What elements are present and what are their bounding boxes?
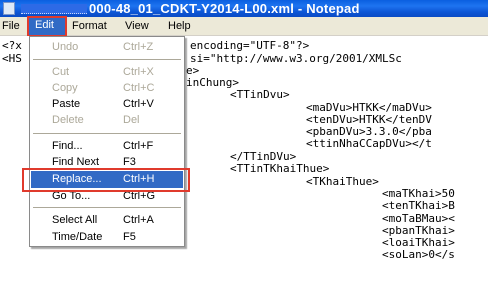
- menu-help[interactable]: Help: [163, 20, 196, 35]
- code-line: <pbanTKhai>: [382, 224, 455, 237]
- menu-item-label: Find...: [52, 140, 83, 152]
- menu-bar: File Edit Format View Help: [0, 16, 488, 37]
- code-line: <moTaBMau><: [382, 212, 455, 225]
- code-line: e>: [186, 64, 200, 77]
- menu-item-cut[interactable]: Cut Ctrl+X: [31, 64, 183, 81]
- menu-item-label: Delete: [52, 114, 84, 126]
- menu-item-label: Find Next: [52, 156, 100, 168]
- menu-item-select-all[interactable]: Select All Ctrl+A: [31, 212, 183, 229]
- notepad-icon: [3, 2, 15, 15]
- menu-item-paste[interactable]: Paste Ctrl+V: [31, 96, 183, 113]
- code-line: </TTinDVu>: [230, 150, 297, 163]
- menu-item-shortcut: Ctrl+X: [123, 66, 154, 78]
- menu-item-label: Paste: [52, 98, 81, 110]
- code-line: <soLan>0</s: [382, 248, 455, 261]
- code-line: <tenDVu>HTKK</tenDV: [306, 113, 432, 126]
- code-line: <maDVu>HTKK</maDVu>: [306, 101, 432, 114]
- code-line: si="http://www.w3.org/2001/XMLSc: [190, 52, 402, 65]
- menu-item-shortcut: Ctrl+C: [123, 82, 155, 94]
- menu-item-find[interactable]: Find... Ctrl+F: [31, 138, 183, 155]
- code-line: <pbanDVu>3.3.0</pba: [306, 125, 432, 138]
- menu-item-undo[interactable]: Undo Ctrl+Z: [31, 39, 183, 56]
- redacted-filename-prefix: [21, 4, 87, 14]
- menu-item-shortcut: Ctrl+F: [123, 140, 154, 152]
- code-line: <maTKhai>50: [382, 187, 455, 200]
- menu-view[interactable]: View: [120, 20, 154, 35]
- code-line: <ttinNhaCCapDVu></t: [306, 137, 432, 150]
- menu-item-shortcut: F5: [123, 231, 136, 243]
- code-line: <TTinTKhaiThue>: [230, 162, 330, 175]
- title-bar[interactable]: 000-48_01_CDKT-Y2014-L00.xml - Notepad: [0, 0, 488, 17]
- menu-item-label: Cut: [52, 66, 70, 78]
- menu-file[interactable]: File: [0, 20, 25, 35]
- code-line: encoding="UTF-8"?>: [190, 39, 310, 52]
- notepad-window: 000-48_01_CDKT-Y2014-L00.xml - Notepad F…: [0, 0, 488, 303]
- menu-separator: [33, 207, 181, 208]
- code-line: <?x: [2, 39, 22, 52]
- menu-item-shortcut: Del: [123, 114, 140, 126]
- menu-separator: [33, 59, 181, 60]
- window-title: 000-48_01_CDKT-Y2014-L00.xml - Notepad: [21, 1, 360, 16]
- menu-edit[interactable]: Edit: [27, 16, 67, 37]
- menu-item-shortcut: Ctrl+A: [123, 214, 154, 226]
- code-line: <tenTKhai>B: [382, 199, 455, 212]
- edit-menu-dropdown: Undo Ctrl+Z Cut Ctrl+X Copy Ctrl+C Paste…: [29, 36, 185, 247]
- menu-item-label: Time/Date: [52, 231, 103, 243]
- menu-format[interactable]: Format: [67, 20, 112, 35]
- menu-separator: [33, 133, 181, 134]
- code-line: <TKhaiThue>: [306, 175, 379, 188]
- replace-highlight-annotation: [22, 168, 190, 192]
- window-title-text: 000-48_01_CDKT-Y2014-L00.xml - Notepad: [89, 1, 360, 16]
- menu-item-shortcut: Ctrl+Z: [123, 41, 154, 53]
- menu-item-delete[interactable]: Delete Del: [31, 112, 183, 129]
- code-line: <loaiTKhai>: [382, 236, 455, 249]
- menu-item-label: Undo: [52, 41, 79, 53]
- menu-item-shortcut: Ctrl+V: [123, 98, 154, 110]
- menu-item-copy[interactable]: Copy Ctrl+C: [31, 80, 183, 97]
- code-line: inChung>: [186, 76, 239, 89]
- code-line: <TTinDvu>: [230, 88, 290, 101]
- menu-item-time-date[interactable]: Time/Date F5: [31, 229, 183, 246]
- code-line: <HS: [2, 52, 22, 65]
- menu-item-shortcut: F3: [123, 156, 136, 168]
- menu-item-label: Select All: [52, 214, 98, 226]
- menu-item-label: Copy: [52, 82, 78, 94]
